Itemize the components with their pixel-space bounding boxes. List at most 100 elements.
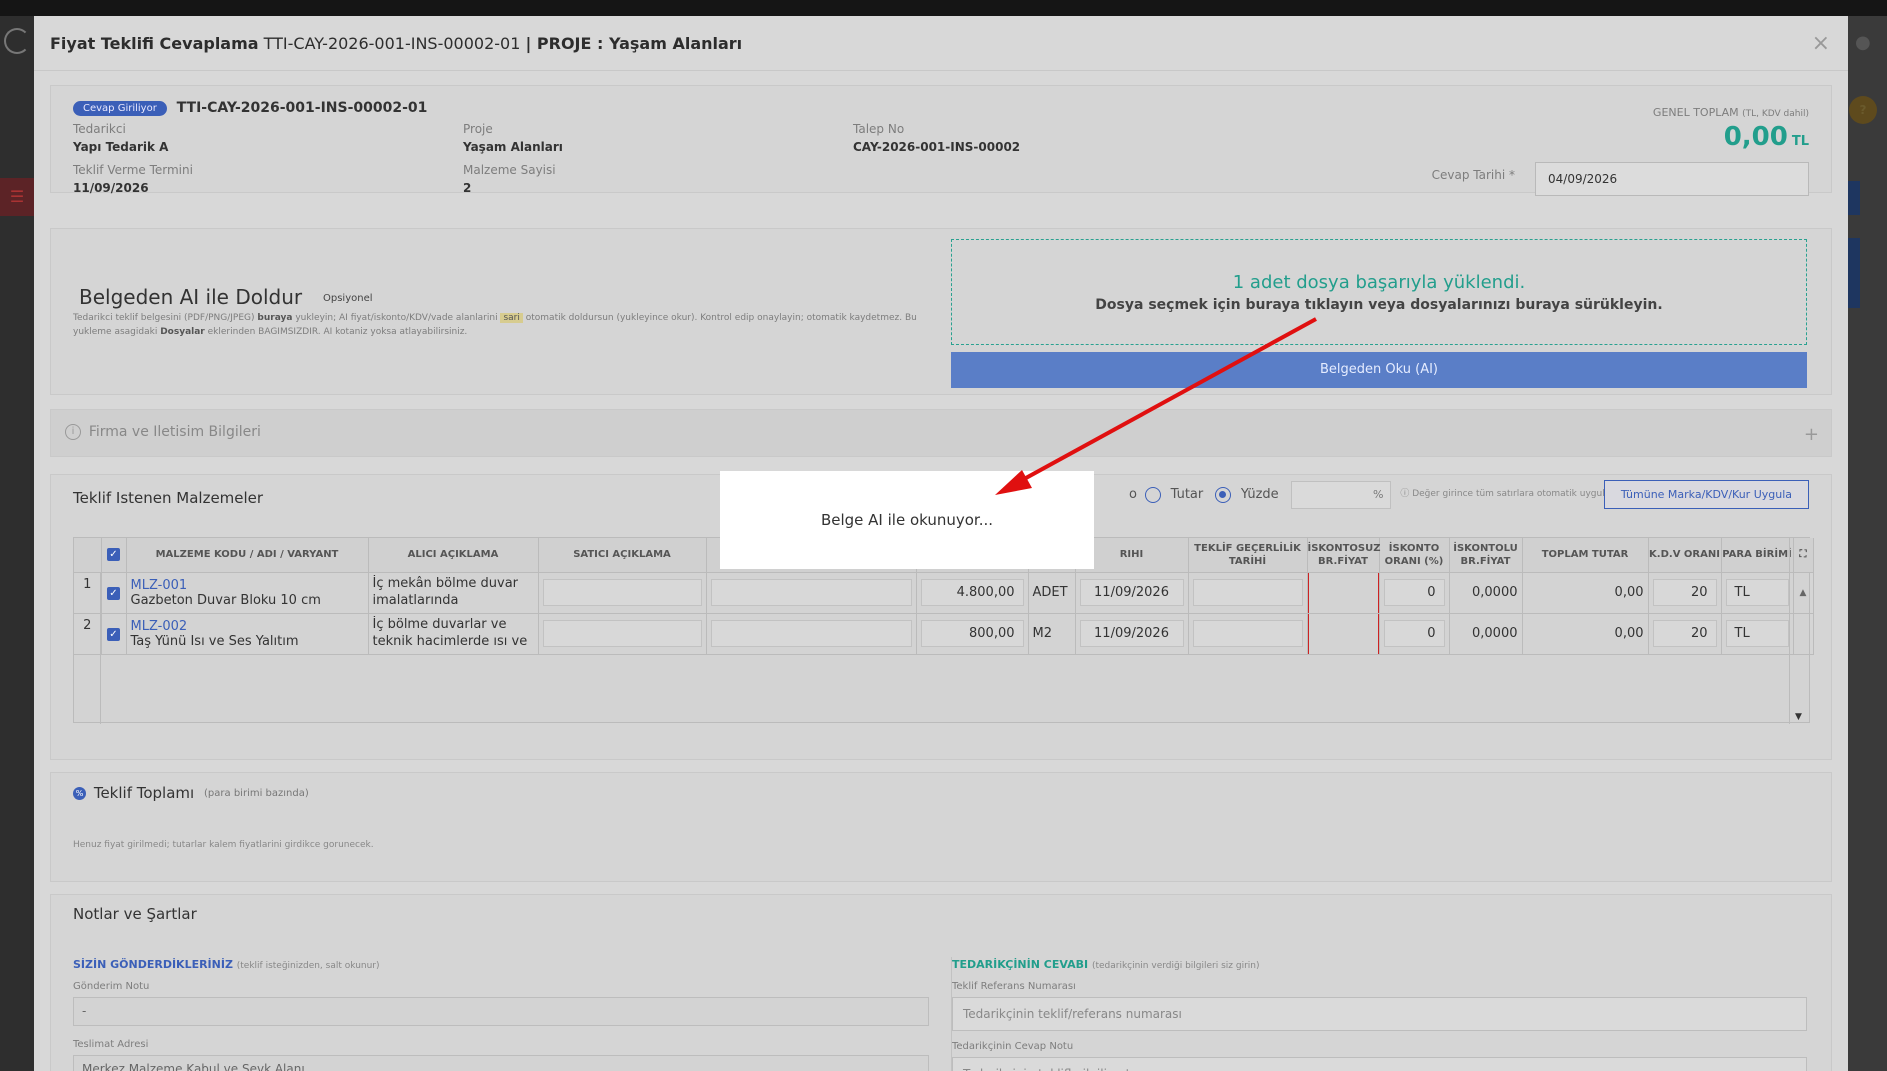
date-input[interactable]: 11/09/2026 (1079, 620, 1184, 647)
sent-subtitle: (teklif isteğinizden, salt okunur) (236, 961, 380, 971)
header-select-all[interactable]: ✓ (101, 538, 127, 573)
ai-desc-text: yukleyin; AI fiyat/iskonto/KDV/vade alan… (295, 313, 498, 323)
seller-desc-input[interactable] (542, 620, 702, 647)
totals-card: % Teklif Toplamı (para birimi bazında) H… (50, 772, 1832, 882)
close-icon[interactable]: × (1812, 31, 1830, 56)
discount-input[interactable]: 0 (1383, 620, 1445, 647)
vat-input[interactable]: 20 (1652, 620, 1717, 647)
gross-price-input[interactable] (1307, 572, 1378, 612)
apply-all-button[interactable]: Tümüne Marka/KDV/Kur Uygula (1603, 480, 1809, 509)
ai-fill-title: Belgeden AI ile Doldur (79, 285, 303, 309)
supplier-label: Tedarikci (73, 122, 126, 136)
radio-label-partial: o (1129, 487, 1137, 502)
discount-cell: 0 (1379, 613, 1450, 655)
date-cell: 11/09/2026 (1075, 613, 1189, 655)
reply-note-input[interactable]: Tedarikçinin teklifle ilgili notu (952, 1057, 1807, 1071)
ai-optional-label: Opsiyonel (323, 293, 373, 304)
file-dropzone[interactable]: 1 adet dosya başarıyla yüklendi. Dosya s… (951, 239, 1807, 345)
row-checkbox[interactable]: ✓ (107, 628, 120, 641)
send-note-field: - (73, 997, 929, 1026)
response-date-input[interactable]: 04/09/2026 (1535, 162, 1809, 196)
row-select[interactable]: ✓ (101, 572, 127, 614)
reply-note-label: Tedarikçinin Cevap Notu (952, 1041, 1074, 1052)
help-icon: ? (1849, 96, 1877, 124)
row-select[interactable]: ✓ (101, 613, 127, 655)
deadline-value: 11/09/2026 (73, 181, 149, 195)
seller-desc-cell (538, 572, 707, 614)
discount-type-controls: o Tutar Yüzde % ⓘ Değer girince tüm satı… (1129, 480, 1624, 509)
delivery-field: Merkez Malzeme Kabul ve Sevk Alanı (73, 1055, 929, 1071)
read-document-ai-button[interactable]: Belgeden Oku (AI) (951, 352, 1807, 388)
date-input[interactable]: 11/09/2026 (1079, 579, 1184, 606)
count-label: Malzeme Sayisi (463, 163, 556, 177)
modal-header: Fiyat Teklifi Cevaplama TTI-CAY-2026-001… (34, 16, 1848, 71)
discount-input[interactable]: 0 (1383, 579, 1445, 606)
radio-amount[interactable] (1144, 486, 1161, 503)
grand-total-value: 0,00 (1723, 122, 1788, 152)
reply-subtitle: (tedarikçinin verdiği bilgileri siz giri… (1091, 961, 1260, 971)
header-seller-desc: SATICI AÇIKLAMA (538, 538, 707, 573)
ai-desc-text: eklerinden BAGIMSIZDIR. AI kotaniz yoksa… (207, 327, 468, 337)
backdrop-button (1846, 181, 1860, 215)
material-cell: MLZ-001 Gazbeton Duvar Bloku 10 cm (126, 572, 369, 614)
gross-price-input[interactable] (1307, 613, 1378, 653)
request-value: CAY-2026-001-INS-00002 (853, 140, 1021, 154)
material-name: Taş Yünü Isı ve Ses Yalıtım (130, 633, 299, 649)
delivery-label: Teslimat Adresi (73, 1039, 149, 1050)
app-right-backdrop: ● ? (1846, 16, 1887, 1071)
net-price-value: 0,0000 (1449, 613, 1523, 655)
count-field: Malzeme Sayisi 2 (463, 163, 556, 195)
loading-dialog: Belge AI ile okunuyor... (720, 471, 1094, 569)
discount-cell: 0 (1379, 572, 1450, 614)
brand-input[interactable] (710, 579, 912, 606)
scroll-down-icon[interactable]: ▼ (1795, 712, 1802, 722)
ai-desc-text: Tedarikci teklif belgesini (PDF/PNG/JPEG… (73, 313, 255, 323)
ref-number-input[interactable]: Tedarikçinin teklif/referans numarası (952, 997, 1807, 1031)
project-label: Proje (463, 122, 493, 136)
validity-input[interactable] (1192, 620, 1303, 647)
gross-price-cell (1307, 572, 1380, 614)
quote-code: TTI-CAY-2026-001-INS-00002-01 (176, 100, 428, 116)
grand-total-currency: TL (1791, 134, 1809, 149)
qty-cell: 800,00 (916, 613, 1029, 655)
gross-price-cell (1307, 613, 1380, 655)
modal-title: Fiyat Teklifi Cevaplama TTI-CAY-2026-001… (50, 34, 742, 53)
buyer-desc-cell: İç bölme duvarlar ve teknik hacimlerde ı… (368, 613, 539, 655)
seller-desc-cell (538, 613, 707, 655)
checkbox-all[interactable]: ✓ (107, 548, 120, 562)
project-value: Yaşam Alanları (463, 140, 563, 154)
bulk-percent-input[interactable]: % (1290, 480, 1391, 509)
grid-scrollbar[interactable]: ▼ (1789, 538, 1809, 724)
currency-cell: TL (1721, 613, 1794, 655)
row-checkbox[interactable]: ✓ (107, 587, 120, 600)
modal-title-prefix: Fiyat Teklifi Cevaplama (50, 33, 259, 53)
currency-select[interactable]: TL (1725, 579, 1789, 606)
sidebar-active-item: ☰ (0, 178, 34, 216)
material-cell: MLZ-002 Taş Yünü Isı ve Ses Yalıtım (126, 613, 369, 655)
bulk-note: ⓘ Değer girince tüm satırlara otomatik u… (1400, 489, 1625, 499)
radio-percent[interactable] (1215, 486, 1232, 503)
currency-select[interactable]: TL (1725, 620, 1789, 647)
brand-input[interactable] (710, 620, 912, 647)
seller-desc-input[interactable] (542, 579, 702, 606)
validity-cell (1188, 572, 1308, 614)
material-code-link[interactable]: MLZ-001 (131, 578, 364, 593)
response-date-label: Cevap Tarihi * (1431, 168, 1515, 182)
totals-empty-text: Henuz fiyat girilmedi; tutarlar kalem fi… (73, 840, 374, 850)
deadline-label: Teklif Verme Termini (73, 163, 193, 177)
supplier-field: Tedarikci Yapı Tedarik A (73, 122, 168, 154)
validity-input[interactable] (1192, 579, 1303, 606)
company-accordion[interactable]: i Firma ve Iletisim Bilgileri + (50, 409, 1832, 457)
qty-input[interactable]: 800,00 (920, 620, 1024, 647)
upload-success-text: 1 adet dosya başarıyla yüklendi. (1232, 272, 1526, 293)
layers-icon: ☰ (9, 187, 25, 206)
total-value: 0,00 (1522, 572, 1649, 614)
vat-input[interactable]: 20 (1652, 579, 1717, 606)
expand-plus-icon[interactable]: + (1804, 424, 1819, 445)
bulk-note-text: Değer girince tüm satırlara otomatik uyg… (1412, 489, 1625, 499)
qty-input[interactable]: 4.800,00 (920, 579, 1024, 606)
company-accordion-label: Firma ve Iletisim Bilgileri (88, 424, 261, 440)
grand-total-note: (TL, KDV dahil) (1742, 109, 1809, 119)
material-code-link[interactable]: MLZ-002 (131, 619, 364, 634)
header-currency: PARA BİRİMİ (1721, 538, 1794, 573)
